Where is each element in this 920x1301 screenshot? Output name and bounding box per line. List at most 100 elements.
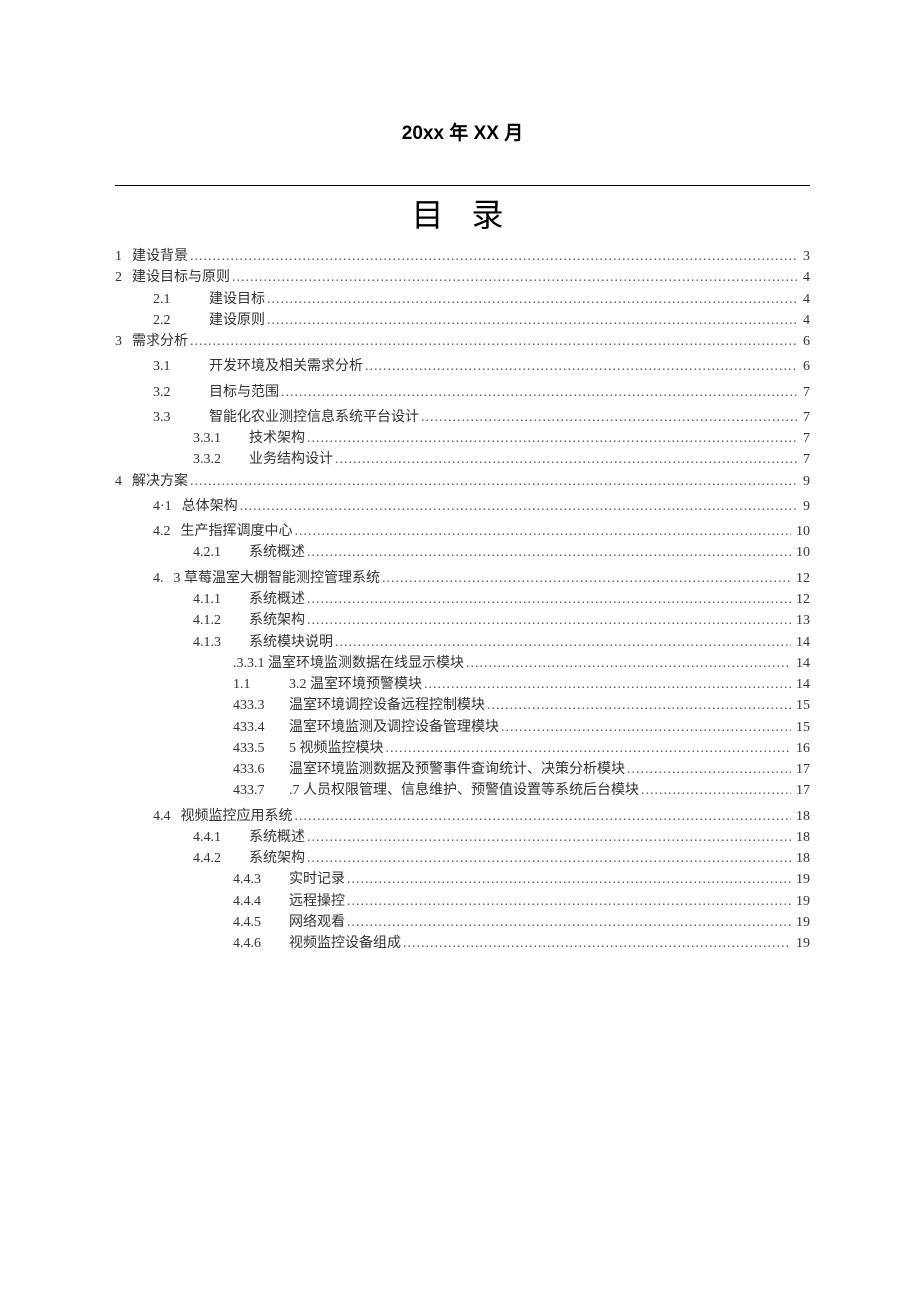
toc-entry: 4.4.5网络观看19 — [115, 912, 810, 933]
toc-entry: 3.2目标与范围7 — [115, 382, 810, 403]
toc-entry: 433.55 视频监控模块16 — [115, 738, 810, 759]
toc-leader — [190, 246, 798, 267]
toc-number: 4.4.1 — [193, 827, 239, 848]
toc-entry: 4.3 草莓温室大棚智能测控管理系统12 — [115, 568, 810, 589]
toc-label: 系统概述 — [249, 542, 305, 563]
toc-number: 3.3.2 — [193, 449, 239, 470]
toc-entry: 4.1.1系统概述12 — [115, 589, 810, 610]
toc-number: 4.4.5 — [233, 912, 279, 933]
toc-entry: 4.4.4远程操控19 — [115, 891, 810, 912]
toc-label: 系统模块说明 — [249, 632, 333, 653]
toc-entry: 1.1 3.2 温室环境预警模块 14 — [115, 674, 810, 695]
toc-leader — [267, 289, 798, 310]
toc-leader — [307, 542, 791, 563]
toc-entry: 2.2 建设原则 4 — [115, 310, 810, 331]
toc-entry: 2.1 建设目标 4 — [115, 289, 810, 310]
toc-label: 建设背景 — [132, 246, 188, 267]
toc-entry: 4.2.1系统概述10 — [115, 542, 810, 563]
toc-label: 温室环境调控设备远程控制模块 — [289, 695, 485, 716]
toc-page: 6 — [800, 331, 810, 352]
toc-number: 2 — [115, 267, 122, 288]
toc-label: 开发环境及相关需求分析 — [209, 356, 363, 377]
toc-entry: 433.4温室环境监测及调控设备管理模块15 — [115, 717, 810, 738]
toc-label: 温室环境监测及调控设备管理模块 — [289, 717, 499, 738]
toc-leader — [466, 653, 791, 674]
toc-number: 3.3 — [153, 407, 199, 428]
toc-entry: 433.3温室环境调控设备远程控制模块15 — [115, 695, 810, 716]
toc-page: 7 — [800, 407, 810, 428]
toc-leader — [335, 632, 791, 653]
toc-page: 17 — [793, 780, 810, 801]
toc-number: 433.6 — [233, 759, 279, 780]
toc-number: 2.1 — [153, 289, 199, 310]
toc-entry: 433.6温室环境监测数据及预警事件查询统计、决策分析模块17 — [115, 759, 810, 780]
toc-leader — [335, 449, 798, 470]
toc-label: 系统架构 — [249, 610, 305, 631]
toc-page: 9 — [800, 471, 810, 492]
toc-entry: 4.1.3系统模块说明14 — [115, 632, 810, 653]
toc-page: 12 — [793, 568, 810, 589]
toc-leader — [307, 610, 791, 631]
toc-number: 2.2 — [153, 310, 199, 331]
toc-number: 4·1 — [153, 496, 172, 517]
divider — [115, 185, 810, 186]
toc-number: 4.1.2 — [193, 610, 239, 631]
toc-leader — [190, 471, 798, 492]
toc-page: 18 — [793, 806, 810, 827]
toc-page: 4 — [800, 310, 810, 331]
toc-label: 视频监控设备组成 — [289, 933, 401, 954]
toc-label: 网络观看 — [289, 912, 345, 933]
toc-entry: 1建设背景3 — [115, 246, 810, 267]
toc-label: 总体架构 — [182, 496, 238, 517]
toc-label: 3.2 温室环境预警模块 — [289, 674, 422, 695]
toc-entry: 4.4.1系统概述18 — [115, 827, 810, 848]
toc-label: 建设目标 — [209, 289, 265, 310]
toc-entry: 4.4.2系统架构18 — [115, 848, 810, 869]
toc-label: 3 草莓温室大棚智能测控管理系统 — [174, 568, 381, 589]
table-of-contents: 1建设背景32建设目标与原则42.1建设目标42.2建设原则43需求分析63.1… — [115, 246, 810, 955]
toc-number: 4.2 — [153, 521, 171, 542]
toc-entry: 3.3.2业务结构设计7 — [115, 449, 810, 470]
toc-number: 1.1 — [233, 674, 279, 695]
toc-page: 14 — [793, 674, 810, 695]
toc-number: 3 — [115, 331, 122, 352]
toc-number: 3.1 — [153, 356, 199, 377]
toc-leader — [307, 428, 798, 449]
toc-leader — [627, 759, 791, 780]
toc-leader — [295, 806, 792, 827]
toc-entry: 3.3智能化农业测控信息系统平台设计7 — [115, 407, 810, 428]
toc-leader — [421, 407, 798, 428]
toc-leader — [403, 933, 791, 954]
toc-leader — [347, 891, 791, 912]
toc-number: 3.3.1 — [193, 428, 239, 449]
toc-page: 7 — [800, 382, 810, 403]
toc-entry: 4.4.3实时记录19 — [115, 869, 810, 890]
toc-page: 15 — [793, 717, 810, 738]
toc-page: 17 — [793, 759, 810, 780]
toc-page: 14 — [793, 632, 810, 653]
toc-number: 433.7 — [233, 780, 279, 801]
toc-page: 19 — [793, 891, 810, 912]
toc-label: 5 视频监控模块 — [289, 738, 384, 759]
toc-entry: 4.1.2系统架构13 — [115, 610, 810, 631]
toc-title: 目 录 — [115, 190, 810, 236]
toc-leader — [232, 267, 798, 288]
toc-leader — [295, 521, 792, 542]
toc-label: 目标与范围 — [209, 382, 279, 403]
date-header: 20xx 年 XX 月 — [115, 118, 810, 145]
toc-leader — [386, 738, 792, 759]
toc-page: 6 — [800, 356, 810, 377]
toc-page: 19 — [793, 933, 810, 954]
toc-entry: 3.3.1技术架构7 — [115, 428, 810, 449]
toc-entry: .3.3.1 温室环境监测数据在线显示模块14 — [115, 653, 810, 674]
toc-entry: 4.2生产指挥调度中心10 — [115, 521, 810, 542]
toc-label: 系统概述 — [249, 589, 305, 610]
toc-number: 4.1.1 — [193, 589, 239, 610]
toc-leader — [281, 382, 798, 403]
toc-page: 9 — [800, 496, 810, 517]
toc-page: 4 — [800, 289, 810, 310]
toc-number: 433.5 — [233, 738, 279, 759]
toc-entry: 4.4视频监控应用系统18 — [115, 806, 810, 827]
toc-leader — [190, 331, 798, 352]
toc-label: 建设原则 — [209, 310, 265, 331]
